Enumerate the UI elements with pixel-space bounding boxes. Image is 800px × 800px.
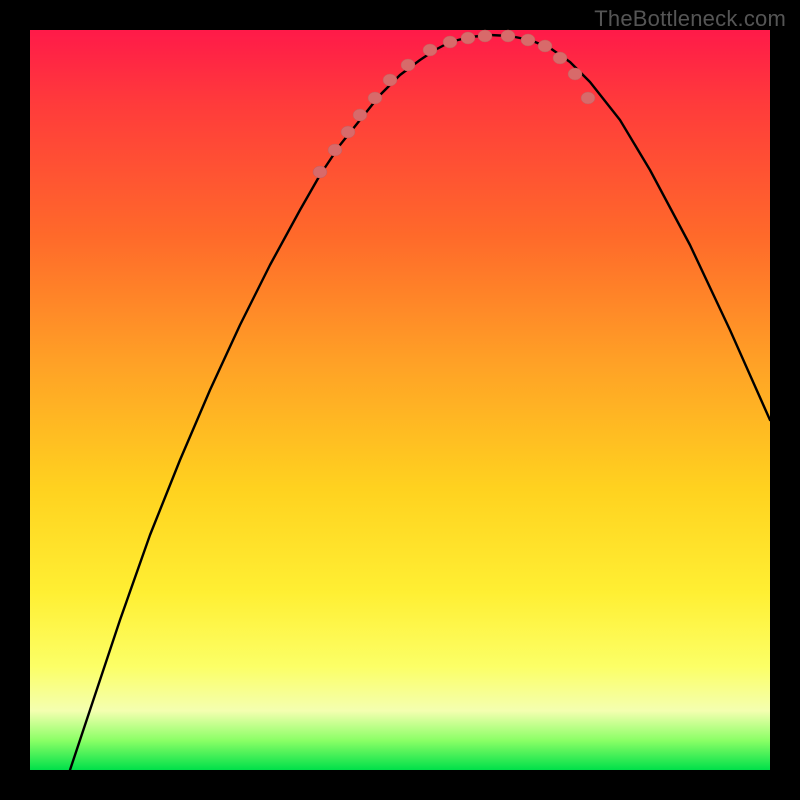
highlight-marker [553,52,567,64]
bottleneck-curve [70,35,770,770]
highlight-marker [568,68,582,80]
highlight-marker [581,92,595,104]
highlight-marker [383,74,397,86]
highlight-marker [328,144,342,156]
highlight-marker [443,36,457,48]
chart-frame: TheBottleneck.com [0,0,800,800]
highlight-marker [341,126,355,138]
highlight-marker [521,34,535,46]
highlight-marker [353,109,367,121]
highlight-marker [538,40,552,52]
highlight-marker [401,59,415,71]
highlight-marker [461,32,475,44]
highlight-marker [313,166,327,178]
plot-area [30,30,770,770]
watermark-text: TheBottleneck.com [594,6,786,32]
highlight-markers [313,30,595,178]
highlight-marker [368,92,382,104]
highlight-marker [478,30,492,42]
curve-svg [30,30,770,770]
highlight-marker [423,44,437,56]
highlight-marker [501,30,515,42]
